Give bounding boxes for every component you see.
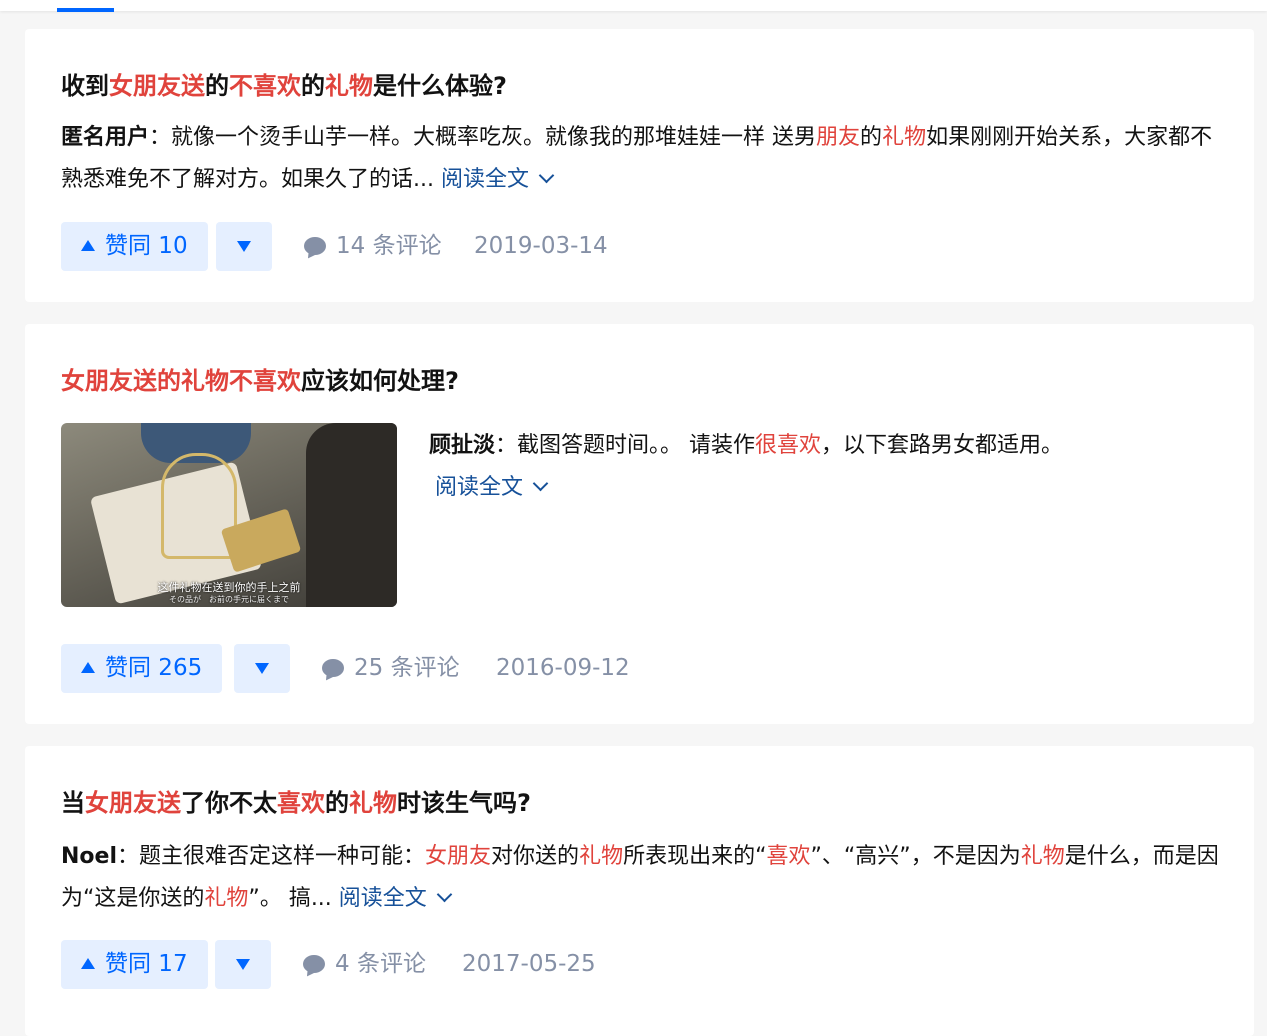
author-colon: ： — [149, 125, 172, 150]
answer-excerpt[interactable]: Noel：题主很难否定这样一种可能：女朋友对你送的礼物所表现出来的“喜欢”、“高… — [61, 836, 1221, 920]
author-name[interactable]: 顾扯淡 — [429, 433, 495, 458]
author-colon: ： — [117, 844, 140, 869]
downvote-button[interactable] — [216, 222, 272, 271]
read-more-label: 阅读全文 — [338, 886, 427, 911]
highlight-keyword: 礼物 — [579, 844, 624, 869]
thumb-subtitle-jp: その品が お前の手元に届くまで — [169, 595, 289, 604]
top-tab-bar — [0, 0, 1267, 12]
read-more-link[interactable]: 阅读全文 — [440, 167, 555, 192]
triangle-down-icon — [255, 663, 269, 674]
author-name[interactable]: Noel — [61, 844, 117, 869]
read-more-label: 阅读全文 — [440, 167, 529, 192]
answer-date: 2016-09-12 — [496, 655, 630, 681]
triangle-up-icon — [81, 240, 95, 251]
highlight-keyword: 女朋友送 — [85, 789, 181, 817]
active-tab-indicator — [57, 8, 114, 12]
comments-button[interactable]: 25 条评论 — [322, 644, 460, 693]
chevron-down-icon — [532, 475, 549, 492]
answer-date: 2017-05-25 — [462, 951, 596, 977]
answer-thumbnail[interactable]: 这件礼物在送到你的手上之前 その品が お前の手元に届くまで — [61, 423, 397, 607]
comment-bubble-icon — [322, 659, 344, 677]
highlight-keyword: 喜欢 — [766, 844, 811, 869]
chevron-down-icon — [538, 167, 555, 184]
comments-label: 25 条评论 — [354, 655, 460, 681]
text-segment: 了你不太 — [181, 789, 277, 817]
author-name[interactable]: 匿名用户 — [61, 125, 149, 150]
text-segment: 是什么体验? — [373, 72, 507, 100]
text-segment: 对你送的 — [491, 844, 580, 869]
highlight-keyword: 礼物 — [349, 789, 397, 817]
highlight-keyword: 不喜欢 — [229, 72, 301, 100]
text-segment: 当 — [61, 789, 85, 817]
text-segment: 就像一个烫手山芋一样。大概率吃灰。就像我的那堆娃娃一样 送男 — [171, 125, 817, 150]
excerpt-text: 就像一个烫手山芋一样。大概率吃灰。就像我的那堆娃娃一样 送男朋友的礼物如果刚刚开… — [61, 125, 1212, 192]
answer-date: 2019-03-14 — [474, 233, 608, 259]
question-title[interactable]: 女朋友送的礼物不喜欢应该如何处理? — [61, 364, 459, 398]
text-segment: 的 — [205, 72, 229, 100]
highlight-keyword: 礼物 — [1020, 844, 1065, 869]
read-more-link[interactable]: 阅读全文 — [338, 886, 453, 911]
comments-label: 4 条评论 — [335, 951, 426, 977]
text-segment: ”、“高兴”，不是因为 — [810, 844, 1021, 869]
answer-excerpt[interactable]: 匿名用户：就像一个烫手山芋一样。大概率吃灰。就像我的那堆娃娃一样 送男朋友的礼物… — [61, 117, 1221, 201]
triangle-down-icon — [236, 959, 250, 970]
highlight-keyword: 朋友 — [816, 125, 861, 150]
chevron-down-icon — [436, 886, 453, 903]
triangle-up-icon — [81, 958, 95, 969]
downvote-button[interactable] — [215, 940, 271, 989]
text-segment: ”。 搞... — [248, 886, 339, 911]
question-title[interactable]: 收到女朋友送的不喜欢的礼物是什么体验? — [61, 69, 507, 103]
read-more-link[interactable]: 阅读全文 — [435, 475, 549, 500]
text-segment: 题主很难否定这样一种可能： — [139, 844, 426, 869]
upvote-button[interactable]: 赞同 10 — [61, 222, 208, 271]
highlight-keyword: 很喜欢 — [755, 433, 822, 458]
text-segment: 时该生气吗? — [397, 789, 531, 817]
upvote-button[interactable]: 赞同 265 — [61, 644, 223, 693]
answer-card: 当女朋友送了你不太喜欢的礼物时该生气吗? Noel：题主很难否定这样一种可能：女… — [25, 746, 1254, 1036]
answer-card: 女朋友送的礼物不喜欢应该如何处理? 这件礼物在送到你的手上之前 その品が お前の… — [25, 324, 1254, 724]
answer-excerpt[interactable]: 顾扯淡：截图答题时间。。 请装作很喜欢，以下套路男女都适用。阅读全文 — [429, 425, 1209, 509]
answer-card: 收到女朋友送的不喜欢的礼物是什么体验? 匿名用户：就像一个烫手山芋一样。大概率吃… — [25, 29, 1254, 302]
text-segment: 截图答题时间。。 请装作 — [517, 433, 756, 458]
comments-button[interactable]: 14 条评论 — [304, 222, 442, 271]
text-segment: 的 — [860, 125, 883, 150]
read-more-label: 阅读全文 — [435, 475, 524, 500]
text-segment: 所表现出来的“ — [623, 844, 767, 869]
question-title[interactable]: 当女朋友送了你不太喜欢的礼物时该生气吗? — [61, 786, 531, 820]
author-colon: ： — [495, 433, 518, 458]
highlight-keyword: 喜欢 — [277, 789, 325, 817]
comments-button[interactable]: 4 条评论 — [303, 940, 426, 989]
thumb-subtitle: 这件礼物在送到你的手上之前 — [157, 581, 301, 594]
highlight-keyword: 女朋友送 — [109, 72, 205, 100]
upvote-label: 赞同 17 — [105, 951, 188, 977]
text-segment: 的 — [325, 789, 349, 817]
highlight-keyword: 礼物 — [325, 72, 373, 100]
excerpt-text: 题主很难否定这样一种可能：女朋友对你送的礼物所表现出来的“喜欢”、“高兴”，不是… — [61, 844, 1219, 911]
text-segment: ，以下套路男女都适用。 — [821, 433, 1064, 458]
text-segment: 的 — [301, 72, 325, 100]
highlight-keyword: 礼物 — [204, 886, 249, 911]
upvote-button[interactable]: 赞同 17 — [61, 940, 208, 989]
comment-bubble-icon — [304, 237, 326, 255]
text-segment: 收到 — [61, 72, 109, 100]
triangle-down-icon — [237, 241, 251, 252]
downvote-button[interactable] — [234, 644, 290, 693]
highlight-keyword: 女朋友送的礼物不喜欢 — [61, 367, 301, 395]
highlight-keyword: 女朋友 — [425, 844, 492, 869]
highlight-keyword: 礼物 — [882, 125, 927, 150]
text-segment: 应该如何处理? — [301, 367, 459, 395]
upvote-label: 赞同 265 — [105, 655, 203, 681]
comment-bubble-icon — [303, 955, 325, 973]
excerpt-text: 截图答题时间。。 请装作很喜欢，以下套路男女都适用。 — [517, 433, 1063, 458]
triangle-up-icon — [81, 662, 95, 673]
comments-label: 14 条评论 — [336, 233, 442, 259]
upvote-label: 赞同 10 — [105, 233, 188, 259]
